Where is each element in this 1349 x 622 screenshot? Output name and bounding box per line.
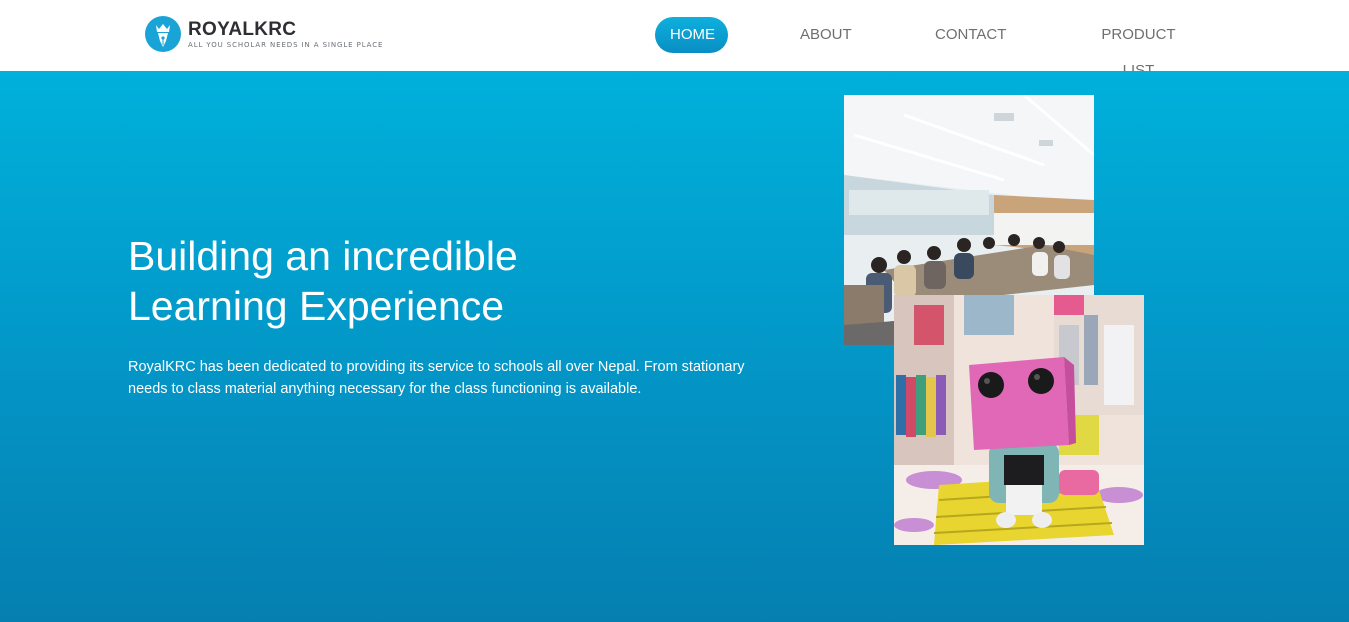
nav-contact[interactable]: CONTACT	[935, 17, 1006, 53]
hero-section: Building an incredible Learning Experien…	[0, 71, 1349, 622]
nav-about[interactable]: ABOUT	[800, 17, 852, 53]
main-nav: HOME ABOUT CONTACT PRODUCT LIST	[0, 17, 1349, 79]
hero-title-line-1: Building an incredible	[128, 233, 518, 279]
hero-title-line-2: Learning Experience	[128, 283, 505, 329]
nav-product-list[interactable]: PRODUCT LIST	[1088, 17, 1189, 79]
nav-home[interactable]: HOME	[655, 17, 728, 53]
hero-title: Building an incredible Learning Experien…	[128, 231, 688, 331]
kids-store-photo	[894, 295, 1144, 545]
top-navbar: ROYALKRC ALL YOU SCHOLAR NEEDS IN A SING…	[0, 0, 1349, 79]
hero-description: RoyalKRC has been dedicated to providing…	[128, 359, 745, 397]
